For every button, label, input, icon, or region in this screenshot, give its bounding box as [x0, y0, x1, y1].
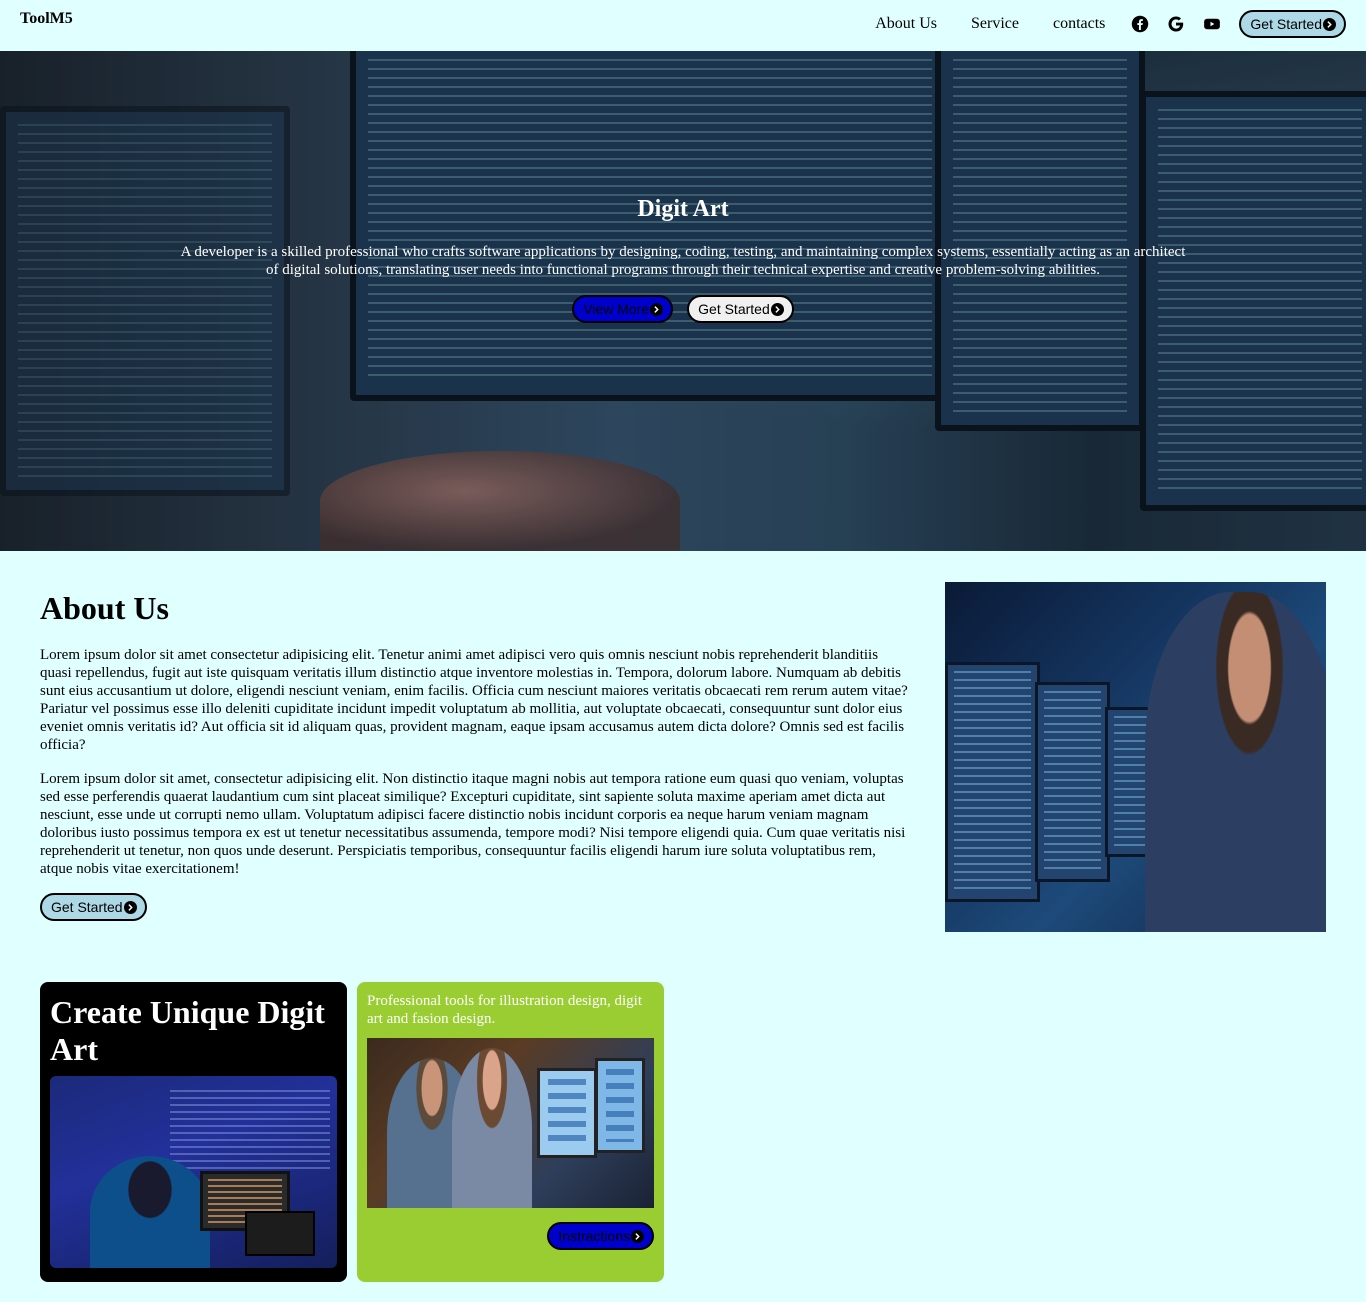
tools-card-image [367, 1038, 654, 1208]
nav-service[interactable]: Service [971, 15, 1019, 33]
hero-actions: View More Get Started [0, 295, 1366, 323]
about-title: About Us [40, 590, 169, 626]
tools-card-text: Professional tools for illustration desi… [367, 993, 642, 1027]
hero-get-started-button[interactable]: Get Started [687, 295, 794, 323]
instructions-label: Instractions [558, 1228, 630, 1244]
google-icon[interactable] [1167, 15, 1185, 33]
about-paragraph-1: Lorem ipsum dolor sit amet consectetur a… [40, 647, 908, 753]
arrow-right-circle-icon [1323, 17, 1336, 31]
create-art-image [50, 1076, 337, 1268]
view-more-button[interactable]: View More [572, 295, 674, 323]
create-art-card: Create Unique Digit Art [40, 982, 347, 1282]
about-paragraph-2: Lorem ipsum dolor sit amet, consectetur … [40, 771, 906, 877]
about-get-started-label: Get Started [51, 899, 123, 915]
nav-about-us[interactable]: About Us [875, 15, 937, 33]
hero-banner: Digit Art A developer is a skilled profe… [0, 51, 1366, 551]
hero-get-started-label: Get Started [698, 301, 770, 317]
view-more-label: View More [583, 301, 650, 317]
nav-contacts[interactable]: contacts [1053, 15, 1105, 33]
hero-description: A developer is a skilled professional wh… [180, 244, 1186, 278]
hero-title: Digit Art [637, 196, 729, 222]
brand-logo[interactable]: ToolM5 [20, 10, 73, 28]
site-header: ToolM5 About Us Service contacts Get Sta… [0, 0, 1366, 51]
arrow-right-circle-icon [650, 302, 664, 316]
tools-card: Professional tools for illustration desi… [357, 982, 664, 1282]
header-get-started-button[interactable]: Get Started [1239, 10, 1346, 38]
arrow-right-circle-icon [123, 900, 137, 914]
arrow-right-circle-icon [631, 1229, 644, 1243]
main-nav: About Us Service contacts Get Started [875, 9, 1346, 39]
instructions-button[interactable]: Instractions [547, 1222, 654, 1250]
facebook-icon[interactable] [1131, 15, 1149, 33]
about-image [945, 582, 1326, 932]
about-get-started-button[interactable]: Get Started [40, 893, 147, 921]
create-art-title: Create Unique Digit Art [50, 994, 325, 1067]
youtube-icon[interactable] [1203, 15, 1221, 33]
header-get-started-label: Get Started [1250, 16, 1322, 32]
arrow-right-circle-icon [770, 302, 784, 316]
